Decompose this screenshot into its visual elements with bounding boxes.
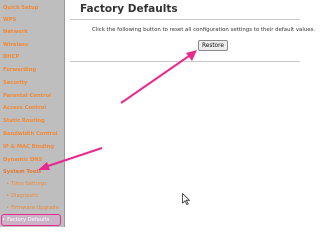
sidebar-subitem-time-settings[interactable]: • Time Settings — [6, 179, 47, 189]
sidebar-item-security[interactable]: Security — [3, 78, 27, 88]
sidebar-item-wireless[interactable]: Wireless — [3, 40, 28, 50]
bullet-icon: • — [6, 193, 10, 199]
sidebar-subitem-label: Firmware Upgrade — [11, 205, 59, 211]
divider — [70, 61, 300, 62]
sidebar-item-dhcp[interactable]: DHCP — [3, 52, 19, 62]
sidebar-subitem-firmware-upgrade[interactable]: • Firmware Upgrade — [6, 203, 59, 213]
sidebar-item-wps[interactable]: WPS — [3, 15, 16, 25]
sidebar-item-forwarding[interactable]: Forwarding — [3, 65, 36, 75]
sidebar-subitem-factory-defaults[interactable]: • Factory Defaults — [1, 214, 61, 226]
sidebar-item-dynamic-dns[interactable]: Dynamic DNS — [3, 155, 42, 165]
sidebar-item-bandwidth-control[interactable]: Bandwidth Control — [3, 129, 58, 139]
restore-button[interactable]: Restore — [198, 40, 228, 51]
instruction-text: Click the following button to reset all … — [92, 27, 316, 33]
sidebar-subitem-label: Diagnostic — [11, 193, 39, 199]
bullet-icon: • — [6, 181, 10, 187]
page-title: Factory Defaults — [80, 3, 178, 15]
sidebar-subitem-label: Factory Defaults — [7, 217, 50, 223]
sidebar-item-quick-setup[interactable]: Quick Setup — [3, 3, 38, 13]
sidebar-item-static-routing[interactable]: Static Routing — [3, 116, 45, 126]
sidebar-item-parental-control[interactable]: Parental Control — [3, 91, 51, 101]
sidebar-item-system-tools[interactable]: System Tools — [3, 167, 41, 177]
mouse-cursor-icon — [182, 193, 190, 205]
sidebar-item-ip-mac-binding[interactable]: IP & MAC Binding — [3, 142, 54, 152]
sidebar-item-network[interactable]: Network — [3, 27, 28, 37]
bullet-icon: • — [6, 205, 10, 211]
divider — [70, 19, 300, 20]
sidebar-subitem-label: Time Settings — [11, 181, 47, 187]
sidebar-menu: Quick Setup WPS Network Wireless DHCP Fo… — [0, 0, 65, 227]
sidebar-subitem-diagnostic[interactable]: • Diagnostic — [6, 191, 38, 201]
sidebar-item-access-control[interactable]: Access Control — [3, 103, 46, 113]
bullet-icon: • — [2, 217, 6, 223]
